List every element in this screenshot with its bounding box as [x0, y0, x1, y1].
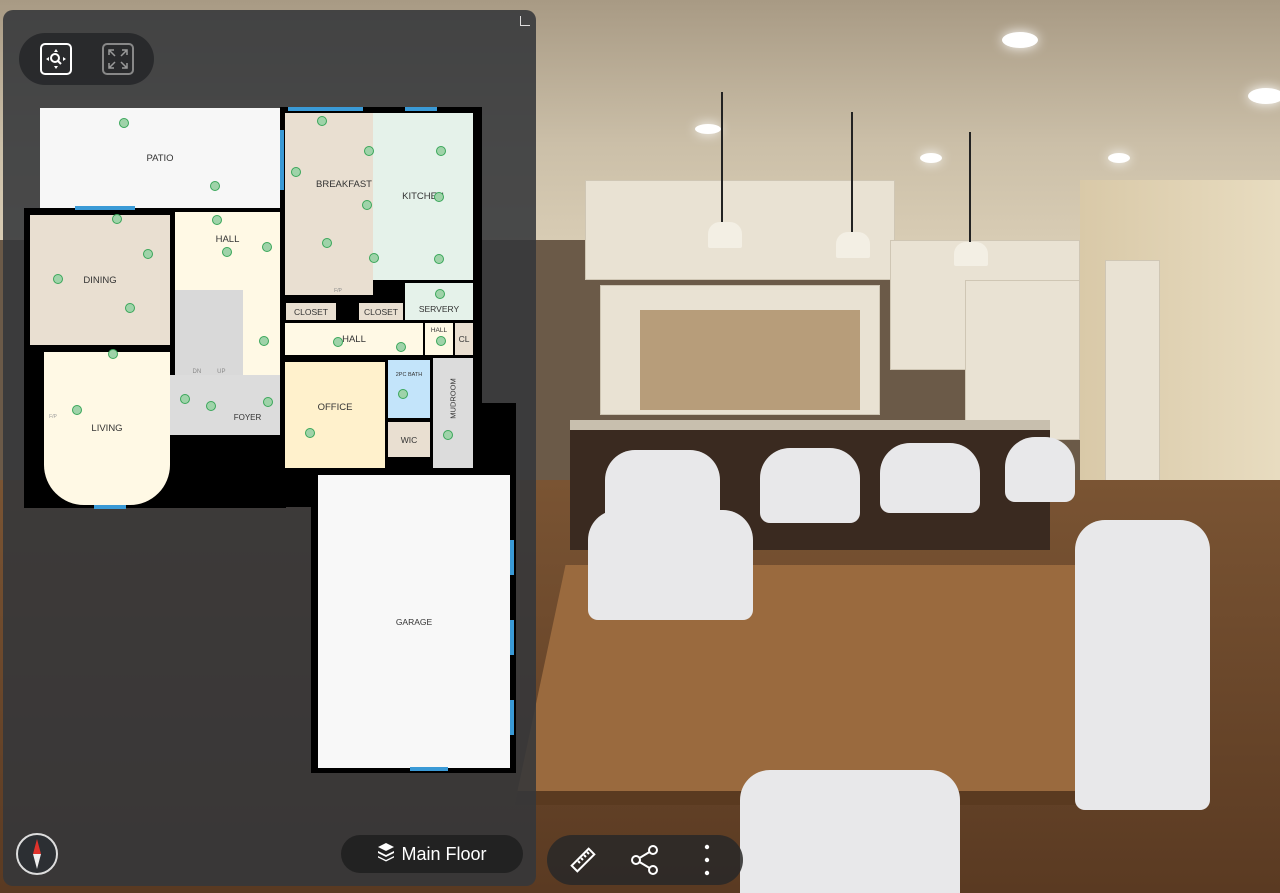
scan-point[interactable]	[180, 394, 190, 404]
expand-icon[interactable]	[102, 43, 134, 75]
room-closet-1[interactable]: CLOSET	[286, 303, 336, 320]
scan-point[interactable]	[53, 274, 63, 284]
scan-point[interactable]	[443, 430, 453, 440]
scan-point[interactable]	[262, 242, 272, 252]
bottom-toolbar	[547, 835, 743, 885]
room-patio[interactable]: PATIO	[40, 108, 280, 208]
scan-point[interactable]	[263, 397, 273, 407]
scan-point[interactable]	[364, 146, 374, 156]
scan-point[interactable]	[72, 405, 82, 415]
scan-point[interactable]	[333, 337, 343, 347]
scan-point[interactable]	[317, 116, 327, 126]
scan-point[interactable]	[206, 401, 216, 411]
scan-point[interactable]	[125, 303, 135, 313]
room-closet-2[interactable]: CLOSET	[359, 303, 403, 320]
scan-point[interactable]	[212, 215, 222, 225]
collapse-corner-icon[interactable]	[520, 16, 530, 26]
room-breakfast[interactable]: BREAKFAST	[285, 113, 373, 295]
room-wic[interactable]: WIC	[388, 422, 430, 457]
zoom-pan-icon[interactable]	[40, 43, 72, 75]
room-2pc-bath[interactable]: 2PC BATH	[388, 360, 430, 418]
scan-point[interactable]	[259, 336, 269, 346]
room-garage[interactable]: GARAGE	[318, 475, 510, 768]
room-kitchen[interactable]: KITCHEN	[373, 113, 473, 280]
room-fp-living: F/P	[49, 414, 57, 420]
room-fp-breakfast: F/P	[318, 286, 358, 295]
scan-point[interactable]	[398, 389, 408, 399]
more-vertical-icon[interactable]	[689, 844, 725, 876]
scan-point[interactable]	[291, 167, 301, 177]
scan-point[interactable]	[305, 428, 315, 438]
scan-point[interactable]	[396, 342, 406, 352]
map-toolbar	[19, 33, 154, 85]
scan-point[interactable]	[436, 336, 446, 346]
room-dining[interactable]: DINING	[30, 215, 170, 345]
ruler-icon[interactable]	[565, 845, 601, 875]
stairs[interactable]: DN UP	[175, 290, 243, 375]
room-office[interactable]: OFFICE	[285, 362, 385, 468]
room-mudroom[interactable]: MUDROOM	[433, 358, 473, 468]
share-icon[interactable]	[627, 845, 663, 875]
scan-point[interactable]	[210, 181, 220, 191]
floor-selector-button[interactable]: Main Floor	[341, 835, 523, 873]
room-living[interactable]: LIVING	[44, 352, 170, 505]
room-cl[interactable]: CL	[455, 323, 473, 355]
scan-point[interactable]	[222, 247, 232, 257]
scan-point[interactable]	[112, 214, 122, 224]
scan-point[interactable]	[434, 192, 444, 202]
compass-icon[interactable]	[16, 833, 58, 875]
scan-point[interactable]	[322, 238, 332, 248]
scan-point[interactable]	[143, 249, 153, 259]
floor-label: Main Floor	[401, 843, 487, 864]
scan-point[interactable]	[362, 200, 372, 210]
scan-point[interactable]	[436, 146, 446, 156]
scan-point[interactable]	[434, 254, 444, 264]
scan-point[interactable]	[119, 118, 129, 128]
scan-point[interactable]	[369, 253, 379, 263]
layers-icon	[377, 842, 395, 867]
scan-point[interactable]	[435, 289, 445, 299]
scan-point[interactable]	[108, 349, 118, 359]
